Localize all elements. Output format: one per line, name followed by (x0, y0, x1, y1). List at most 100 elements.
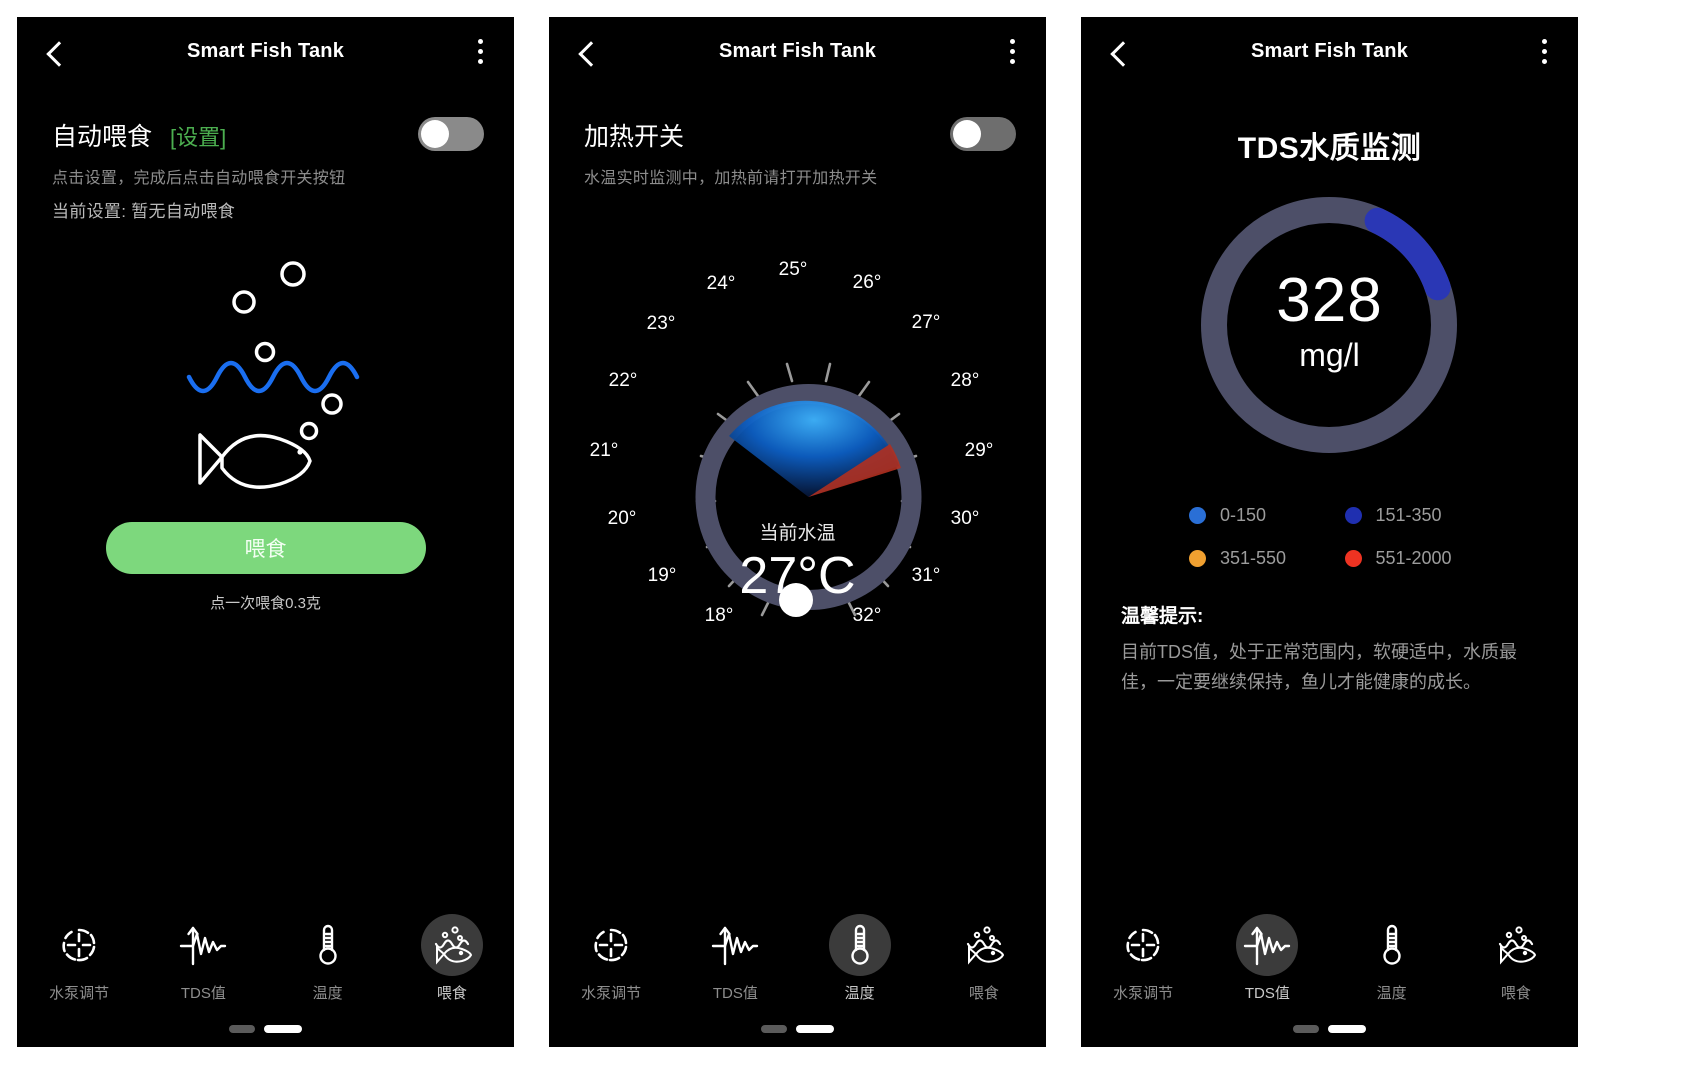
nav-label-temperature: 温度 (312, 985, 343, 1002)
legend-label: 0-150 (1220, 505, 1267, 525)
nav-item-temperature[interactable]: 温度 (1342, 914, 1442, 1003)
page-title: Smart Fish Tank (718, 40, 877, 62)
page-dot-1[interactable] (1293, 1025, 1319, 1033)
tick-label-21: 21° (589, 440, 619, 461)
legend-label: 351-550 (1220, 548, 1287, 568)
legend-dot-icon (1189, 550, 1206, 567)
legend-dot-icon (1344, 507, 1362, 524)
nav-label-pump: 水泵调节 (49, 985, 110, 1002)
dial-value: 27°C (739, 547, 856, 605)
legend-dot-icon (1344, 550, 1362, 567)
kebab-menu-icon[interactable] (1010, 39, 1016, 67)
nav-label-feed: 喂食 (1500, 985, 1531, 1002)
tick-label-27: 27° (911, 312, 941, 333)
legend-item: 151-350 (1344, 505, 1501, 526)
page-dot-2[interactable] (264, 1025, 302, 1033)
nav-item-pump[interactable]: 水泵调节 (1093, 914, 1193, 1003)
feed-button[interactable]: 喂食 (105, 522, 426, 574)
fish-feed-icon (953, 914, 1015, 976)
nav-label-temperature: 温度 (844, 985, 875, 1002)
heater-setting-row: 加热开关 水温实时监测中，加热前请打开加热开关 (549, 95, 1046, 188)
thermometer-icon (1361, 914, 1423, 976)
tick-label-30: 30° (950, 508, 980, 529)
temperature-dial[interactable]: 当前水温 27°C 18° 19° 20° 21° 22° 23° 24° 25… (549, 216, 1046, 676)
tips-title: 温馨提示: (1121, 606, 1204, 627)
bottom-nav: 水泵调节 TDS值 温度 喂食 (17, 914, 514, 1003)
nav-item-feed[interactable]: 喂食 (934, 914, 1034, 1003)
nav-label-temperature: 温度 (1376, 985, 1407, 1002)
tick-label-28: 28° (950, 370, 980, 391)
auto-feed-toggle[interactable] (418, 117, 484, 151)
tds-value: 328 (1276, 266, 1383, 335)
page-dot-2[interactable] (796, 1025, 834, 1033)
nav-label-feed: 喂食 (968, 985, 999, 1002)
nav-label-pump: 水泵调节 (1113, 985, 1174, 1002)
tds-legend: 0-150 151-350 351-550 551-2000 (1081, 505, 1578, 569)
tds-unit: mg/l (1299, 337, 1360, 373)
kebab-menu-icon[interactable] (478, 39, 484, 67)
kebab-menu-icon[interactable] (1542, 39, 1548, 67)
pump-dial-icon (48, 914, 110, 976)
nav-item-temperature[interactable]: 温度 (278, 914, 378, 1003)
page-dot-2[interactable] (1328, 1025, 1366, 1033)
auto-feed-settings-link[interactable]: [设置] (170, 120, 226, 152)
heater-hint: 水温实时监测中，加热前请打开加热开关 (584, 170, 878, 187)
legend-label: 151-350 (1375, 505, 1442, 525)
nav-item-tds[interactable]: TDS值 (685, 914, 785, 1003)
auto-feed-title: 自动喂食 (52, 123, 153, 151)
page-title: Smart Fish Tank (1250, 40, 1409, 62)
heater-toggle[interactable] (950, 117, 1016, 151)
nav-item-tds[interactable]: TDS值 (1217, 914, 1317, 1003)
tick-label-32: 32° (852, 605, 882, 626)
waveform-icon (1236, 914, 1299, 976)
legend-label: 551-2000 (1375, 548, 1452, 568)
thermometer-icon (297, 914, 359, 976)
nav-item-feed[interactable]: 喂食 (402, 914, 502, 1003)
tick-label-24: 24° (706, 273, 736, 294)
bottom-nav: 水泵调节 TDS值 温度 喂食 (1081, 914, 1578, 1003)
nav-label-feed: 喂食 (436, 985, 467, 1002)
tick-label-29: 29° (964, 440, 994, 461)
tick-label-31: 31° (911, 565, 941, 586)
nav-label-tds: TDS值 (180, 985, 226, 1002)
nav-item-pump[interactable]: 水泵调节 (29, 914, 129, 1003)
fish-feed-icon (420, 914, 483, 976)
auto-feed-setting-row: 自动喂食 [设置] 点击设置，完成后点击自动喂食开关按钮 当前设置: 暂无自动喂… (17, 95, 514, 222)
heater-title: 加热开关 (584, 123, 685, 151)
waveform-icon (172, 914, 234, 976)
tick-label-19: 19° (647, 565, 677, 586)
feed-note: 点一次喂食0.3克 (210, 595, 321, 612)
screen-tds: Smart Fish Tank TDS水质监测 328 mg/l 0-150 1… (1081, 17, 1578, 1047)
page-indicator (549, 1025, 1046, 1033)
fish-illustration (17, 252, 514, 502)
tick-label-25: 25° (778, 259, 808, 280)
legend-item: 0-150 (1189, 505, 1345, 526)
tds-gauge: 328 mg/l (1081, 177, 1578, 487)
legend-item: 551-2000 (1344, 548, 1501, 569)
nav-label-tds: TDS值 (1244, 985, 1290, 1002)
fish-bubbles-svg (186, 261, 360, 489)
tick-label-26: 26° (852, 272, 882, 293)
top-bar: Smart Fish Tank (1081, 17, 1578, 95)
tick-label-18: 18° (704, 605, 734, 626)
bottom-nav: 水泵调节 TDS值 温度 喂食 (549, 914, 1046, 1003)
nav-item-pump[interactable]: 水泵调节 (561, 914, 661, 1003)
tips-section: 温馨提示: 目前TDS值，处于正常范围内，软硬适中，水质最佳，一定要继续保持，鱼… (1081, 569, 1578, 698)
legend-item: 351-550 (1189, 548, 1345, 569)
tips-body: 目前TDS值，处于正常范围内，软硬适中，水质最佳，一定要继续保持，鱼儿才能健康的… (1121, 642, 1517, 692)
page-dot-1[interactable] (761, 1025, 787, 1033)
tds-page-title: TDS水质监测 (1237, 132, 1422, 165)
page-title: Smart Fish Tank (186, 40, 345, 62)
nav-label-tds: TDS值 (712, 985, 758, 1002)
nav-item-feed[interactable]: 喂食 (1466, 914, 1566, 1003)
nav-label-pump: 水泵调节 (581, 985, 642, 1002)
pump-dial-icon (1112, 914, 1174, 976)
waveform-icon (704, 914, 766, 976)
pump-dial-icon (580, 914, 642, 976)
nav-item-temperature[interactable]: 温度 (810, 914, 910, 1003)
thermometer-icon (828, 914, 891, 976)
nav-item-tds[interactable]: TDS值 (153, 914, 253, 1003)
top-bar: Smart Fish Tank (17, 17, 514, 95)
page-dot-1[interactable] (229, 1025, 255, 1033)
top-bar: Smart Fish Tank (549, 17, 1046, 95)
